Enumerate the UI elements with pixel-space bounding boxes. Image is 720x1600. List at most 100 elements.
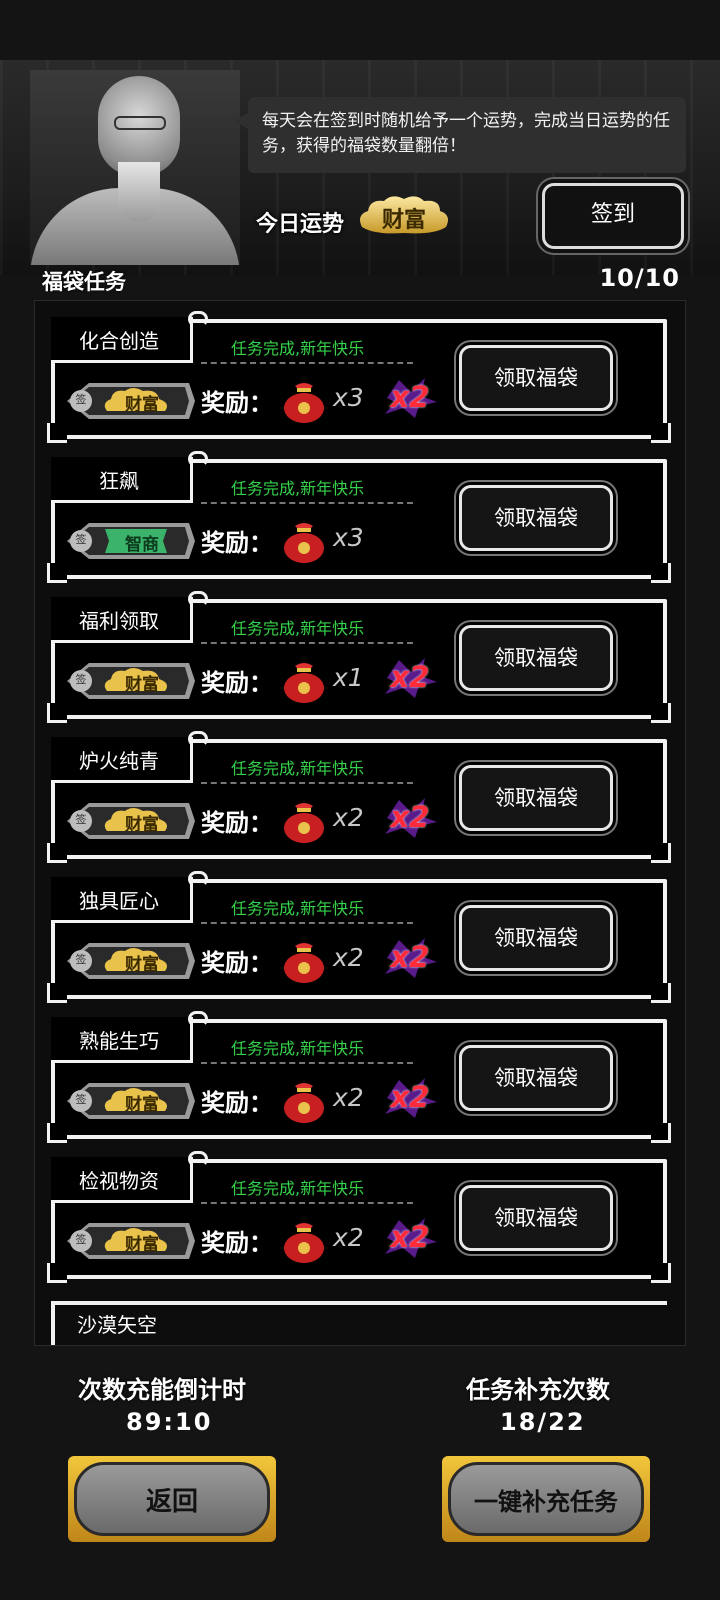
double-multiplier: x2 (381, 798, 439, 838)
fortune-tag-value: 财富 (125, 1095, 159, 1115)
task-card: 独具匠心 任务完成,新年快乐 签 财富 奖励： x2 x2 领取福袋 (47, 871, 671, 1003)
fortune-tag: 签 财富 (67, 939, 195, 983)
task-name: 检视物资 (79, 1169, 159, 1193)
reward-label: 奖励： (201, 389, 273, 417)
claim-bag-button[interactable]: 领取福袋 (459, 1185, 613, 1251)
task-name: 炉火纯青 (79, 749, 159, 773)
reward-label: 奖励： (201, 529, 273, 557)
double-multiplier: x2 (381, 378, 439, 418)
fortune-tag-value: 财富 (125, 1235, 159, 1255)
countdown-label: 次数充能倒计时 (78, 1376, 246, 1404)
signin-button[interactable]: 签到 (542, 183, 684, 249)
fortune-tag: 签 财富 (67, 659, 195, 703)
lucky-bag-icon (281, 1076, 327, 1124)
task-count: 10/10 (599, 264, 680, 292)
task-status: 任务完成,新年快乐 (231, 619, 365, 638)
sign-icon: 签 (75, 533, 87, 546)
divider (201, 362, 413, 364)
task-status: 任务完成,新年快乐 (231, 759, 365, 778)
fortune-tag: 签 财富 (67, 379, 195, 423)
reward-quantity: x2 (333, 803, 364, 832)
tip-bubble: 每天会在签到时随机给予一个运势，完成当日运势的任务，获得的福袋数量翻倍！ (234, 97, 686, 173)
task-name-tab: 化合创造 (51, 311, 208, 363)
lucky-bag-icon (281, 1216, 327, 1264)
today-fortune-label: 今日运势 (256, 212, 345, 237)
divider (201, 1202, 413, 1204)
task-name-tab: 炉火纯青 (51, 731, 208, 783)
divider (201, 782, 413, 784)
multiplier-text: x2 (390, 1220, 430, 1254)
multiplier-text: x2 (390, 800, 430, 834)
fortune-tag-value: 财富 (125, 675, 159, 695)
multiplier-text: x2 (390, 380, 430, 414)
sign-icon: 签 (75, 813, 87, 826)
npc-portrait (30, 70, 240, 265)
claim-bag-button[interactable]: 领取福袋 (459, 905, 613, 971)
reward-label: 奖励： (201, 809, 273, 837)
task-name: 化合创造 (79, 329, 159, 353)
task-card: 福利领取 任务完成,新年快乐 签 财富 奖励： x1 x2 领取福袋 (47, 591, 671, 723)
divider (201, 922, 413, 924)
section-title: 福袋任务 (42, 270, 126, 294)
claim-bag-button[interactable]: 领取福袋 (459, 345, 613, 411)
reward-label: 奖励： (201, 949, 273, 977)
double-multiplier: x2 (381, 1218, 439, 1258)
today-fortune-value: 财富 (381, 208, 426, 233)
portrait-glasses (114, 116, 166, 130)
task-card-partial: 沙漠矢空 (51, 1301, 667, 1345)
claim-bag-button[interactable]: 领取福袋 (459, 765, 613, 831)
refill-all-button-label: 一键补充任务 (448, 1462, 644, 1536)
fortune-tag-value: 财富 (125, 955, 159, 975)
task-name: 福利领取 (79, 609, 159, 633)
double-multiplier: x2 (381, 658, 439, 698)
sign-icon: 签 (75, 1093, 87, 1106)
lucky-bag-icon (281, 376, 327, 424)
task-status: 任务完成,新年快乐 (231, 1179, 365, 1198)
task-name-tab: 狂飙 (51, 451, 208, 503)
task-name: 沙漠矢空 (77, 1313, 157, 1337)
reward-quantity: x3 (333, 523, 364, 552)
fortune-tag-value: 财富 (125, 395, 159, 415)
claim-bag-button[interactable]: 领取福袋 (459, 485, 613, 551)
sign-icon: 签 (75, 953, 87, 966)
back-button[interactable]: 返回 (68, 1456, 276, 1542)
multiplier-text: x2 (390, 660, 430, 694)
reward-quantity: x2 (333, 1223, 364, 1252)
task-name-tab: 熟能生巧 (51, 1011, 208, 1063)
task-card: 狂飙 任务完成,新年快乐 签 智商 奖励： x3 领取福袋 (47, 451, 671, 583)
reward-quantity: x2 (333, 943, 364, 972)
fortune-tag-value: 智商 (125, 535, 159, 555)
task-status: 任务完成,新年快乐 (231, 479, 365, 498)
task-name: 独具匠心 (79, 889, 159, 913)
double-multiplier: x2 (381, 938, 439, 978)
sign-icon: 签 (75, 393, 87, 406)
task-card: 炉火纯青 任务完成,新年快乐 签 财富 奖励： x2 x2 领取福袋 (47, 731, 671, 863)
portrait-beard (118, 162, 160, 222)
claim-bag-button[interactable]: 领取福袋 (459, 1045, 613, 1111)
fortune-tag: 签 智商 (67, 519, 195, 563)
reward-label: 奖励： (201, 669, 273, 697)
refill-count-label: 任务补充次数 (466, 1376, 610, 1404)
refill-count-value: 18/22 (500, 1408, 586, 1436)
task-status: 任务完成,新年快乐 (231, 339, 365, 358)
fortune-tag: 签 财富 (67, 799, 195, 843)
lucky-bag-icon (281, 936, 327, 984)
task-status: 任务完成,新年快乐 (231, 899, 365, 918)
task-name-tab: 福利领取 (51, 591, 208, 643)
multiplier-text: x2 (390, 1080, 430, 1114)
task-name: 狂飙 (99, 469, 139, 493)
claim-bag-button[interactable]: 领取福袋 (459, 625, 613, 691)
fortune-tag: 签 财富 (67, 1079, 195, 1123)
task-name-tab: 检视物资 (51, 1151, 208, 1203)
lucky-bag-icon (281, 516, 327, 564)
back-button-label: 返回 (74, 1462, 270, 1536)
refill-all-button[interactable]: 一键补充任务 (442, 1456, 650, 1542)
lucky-bag-icon (281, 656, 327, 704)
lucky-bag-icon (281, 796, 327, 844)
sign-icon: 签 (75, 1233, 87, 1246)
countdown-value: 89:10 (126, 1408, 213, 1436)
reward-quantity: x2 (333, 1083, 364, 1112)
fortune-tag-value: 财富 (125, 815, 159, 835)
task-list[interactable]: 化合创造 任务完成,新年快乐 签 财富 奖励： x3 x2 领取福袋 狂飙 任务… (34, 300, 686, 1346)
task-card: 熟能生巧 任务完成,新年快乐 签 财富 奖励： x2 x2 领取福袋 (47, 1011, 671, 1143)
